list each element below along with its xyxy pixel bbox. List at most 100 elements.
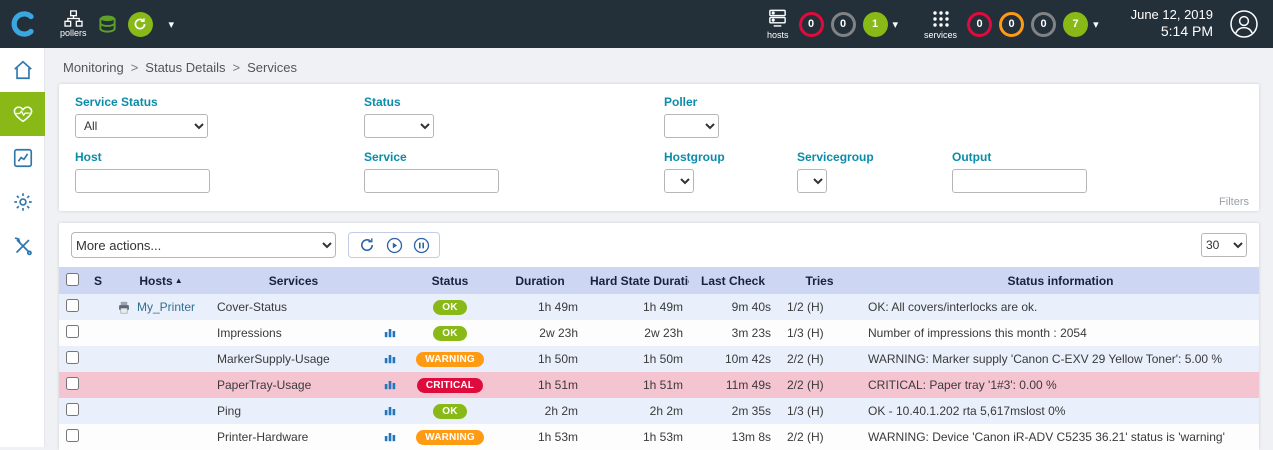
select-all-checkbox[interactable] <box>66 273 79 286</box>
header-tries[interactable]: Tries <box>777 267 862 294</box>
duration-cell: 2w 23h <box>496 320 584 346</box>
header-last-check[interactable]: Last Check <box>689 267 777 294</box>
services-unknown-counter[interactable]: 0 <box>1031 12 1056 37</box>
tries-cell: 2/2 (H) <box>777 372 862 398</box>
status-badge: WARNING <box>416 352 484 367</box>
sidebar-item-administration[interactable] <box>0 224 45 268</box>
graph-icon[interactable] <box>384 326 396 338</box>
status-label: Status <box>364 95 664 109</box>
service-link[interactable]: Ping <box>211 398 376 424</box>
graph-cell <box>376 294 404 320</box>
status-information-cell: OK - 10.40.1.202 rta 5,617mslost 0% <box>862 398 1259 424</box>
graph-icon[interactable] <box>384 352 396 364</box>
service-status-select[interactable]: All <box>75 114 208 138</box>
row-checkbox[interactable] <box>66 429 79 442</box>
host-cell <box>111 398 211 424</box>
sidebar-item-home[interactable] <box>0 48 45 92</box>
breadcrumb-services[interactable]: Services <box>247 60 297 75</box>
user-profile-button[interactable] <box>1229 9 1259 39</box>
service-link[interactable]: MarkerSupply-Usage <box>211 346 376 372</box>
filters-caption: Filters <box>1219 196 1249 208</box>
play-button[interactable] <box>385 236 403 254</box>
service-link[interactable]: Printer-Hardware <box>211 424 376 450</box>
pollers-icon <box>64 10 83 27</box>
hosts-unreachable-counter[interactable]: 0 <box>831 12 856 37</box>
state-flag-cell <box>85 372 111 398</box>
status-select[interactable] <box>364 114 434 138</box>
graph-icon[interactable] <box>384 378 396 390</box>
header-status-information[interactable]: Status information <box>862 267 1259 294</box>
hosts-counters: 0 0 1 <box>799 12 888 37</box>
breadcrumb-monitoring[interactable]: Monitoring <box>63 60 124 75</box>
filter-status: Status <box>364 95 664 138</box>
sidebar-item-reporting[interactable] <box>0 136 45 180</box>
header-duration[interactable]: Duration <box>496 267 584 294</box>
services-warning-counter[interactable]: 0 <box>999 12 1024 37</box>
service-link[interactable]: Impressions <box>211 320 376 346</box>
header-graph <box>376 267 404 294</box>
graph-icon[interactable] <box>384 430 396 442</box>
select-all-cell <box>59 267 85 294</box>
hosts-icon <box>767 8 788 29</box>
output-input[interactable] <box>952 169 1087 193</box>
centreon-logo-icon <box>10 10 38 38</box>
sidebar-item-monitoring[interactable] <box>0 92 45 136</box>
breadcrumb-status-details[interactable]: Status Details <box>145 60 225 75</box>
database-status-icon[interactable] <box>98 14 117 35</box>
chart-icon <box>12 147 34 169</box>
hosts-menu[interactable]: hosts <box>767 8 789 40</box>
services-chevron-down-icon[interactable]: ▾ <box>1093 18 1099 31</box>
pause-button[interactable] <box>412 236 430 254</box>
header-hard-state-duration[interactable]: Hard State Duration <box>584 267 689 294</box>
refresh-button[interactable] <box>358 236 376 254</box>
header-services[interactable]: Services <box>211 267 376 294</box>
row-checkbox[interactable] <box>66 299 79 312</box>
table-row-critical: PaperTray-Usage CRITICAL 1h 51m 1h 51m 1… <box>59 372 1259 398</box>
sidebar-item-configuration[interactable] <box>0 180 45 224</box>
more-actions-select[interactable]: More actions... <box>71 232 336 258</box>
last-check-cell: 2m 35s <box>689 398 777 424</box>
host-input[interactable] <box>75 169 210 193</box>
host-label: Host <box>75 150 364 164</box>
sort-asc-icon: ▲ <box>175 276 183 285</box>
hosts-chevron-down-icon[interactable]: ▾ <box>893 18 899 31</box>
breadcrumb: Monitoring > Status Details > Services <box>59 48 1259 84</box>
header-hosts[interactable]: Hosts▲ <box>111 267 211 294</box>
home-icon <box>12 59 34 81</box>
hosts-down-counter[interactable]: 0 <box>799 12 824 37</box>
row-checkbox[interactable] <box>66 325 79 338</box>
services-critical-counter[interactable]: 0 <box>967 12 992 37</box>
services-ok-counter[interactable]: 7 <box>1063 12 1088 37</box>
filter-output: Output <box>952 150 1243 193</box>
hostgroup-select[interactable] <box>664 169 694 193</box>
service-link[interactable]: PaperTray-Usage <box>211 372 376 398</box>
play-icon <box>386 237 403 254</box>
services-table: S Hosts▲ Services Status Duration Hard S… <box>59 267 1259 450</box>
pollers-menu[interactable]: pollers <box>60 10 87 38</box>
servicegroup-select[interactable] <box>797 169 827 193</box>
last-check-cell: 11m 49s <box>689 372 777 398</box>
breadcrumb-separator: > <box>233 60 241 75</box>
service-link[interactable]: Cover-Status <box>211 294 376 320</box>
hostgroup-label: Hostgroup <box>664 150 797 164</box>
hard-state-duration-cell: 1h 53m <box>584 424 689 450</box>
centreon-logo[interactable] <box>0 0 47 48</box>
poller-status-group: pollers ▾ <box>60 10 174 38</box>
graph-icon[interactable] <box>384 404 396 416</box>
host-link[interactable]: My_Printer <box>137 300 195 314</box>
header-s[interactable]: S <box>85 267 111 294</box>
poller-sync-icon[interactable] <box>128 12 153 37</box>
row-checkbox[interactable] <box>66 403 79 416</box>
services-menu[interactable]: services <box>924 9 957 40</box>
row-checkbox[interactable] <box>66 351 79 364</box>
services-counters: 0 0 0 7 <box>967 12 1088 37</box>
row-checkbox[interactable] <box>66 377 79 390</box>
service-input[interactable] <box>364 169 499 193</box>
poller-select[interactable] <box>664 114 719 138</box>
breadcrumb-separator: > <box>131 60 139 75</box>
last-check-cell: 10m 42s <box>689 346 777 372</box>
page-size-select[interactable]: 30 <box>1201 233 1247 257</box>
header-status[interactable]: Status <box>404 267 496 294</box>
hosts-up-counter[interactable]: 1 <box>863 12 888 37</box>
poller-chevron-down-icon[interactable]: ▾ <box>169 18 175 31</box>
